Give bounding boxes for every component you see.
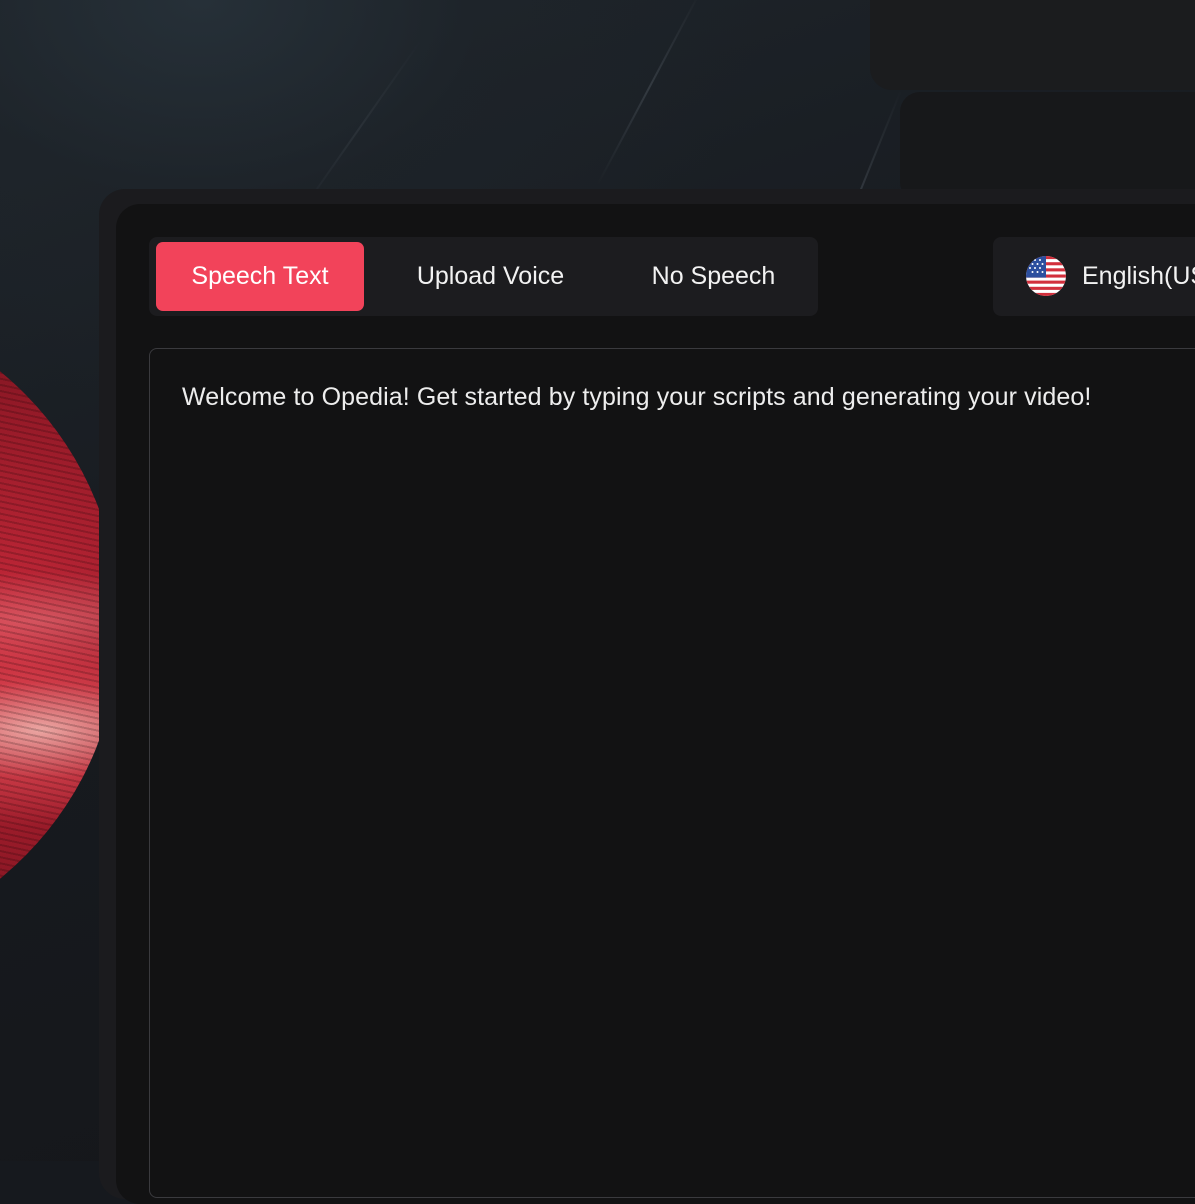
tab-label: No Speech (651, 262, 776, 290)
script-textarea[interactable]: Welcome to Opedia! Get started by typing… (149, 348, 1195, 1198)
tab-upload-voice[interactable]: Upload Voice (385, 242, 596, 311)
background-streak (596, 0, 702, 186)
background-top-panel-shadow (900, 92, 1195, 202)
tab-label: Speech Text (191, 262, 329, 290)
tab-speech-text[interactable]: Speech Text (156, 242, 364, 311)
background-top-panel (870, 0, 1195, 90)
speech-mode-tabs: Speech Text Upload Voice No Speech (149, 237, 818, 316)
tab-no-speech[interactable]: No Speech (617, 242, 810, 311)
language-select[interactable]: English(US) (993, 237, 1195, 316)
script-text: Welcome to Opedia! Get started by typing… (182, 383, 1092, 411)
language-label: English(US) (1082, 262, 1195, 290)
tab-label: Upload Voice (416, 262, 565, 290)
us-flag-icon (1026, 256, 1066, 296)
